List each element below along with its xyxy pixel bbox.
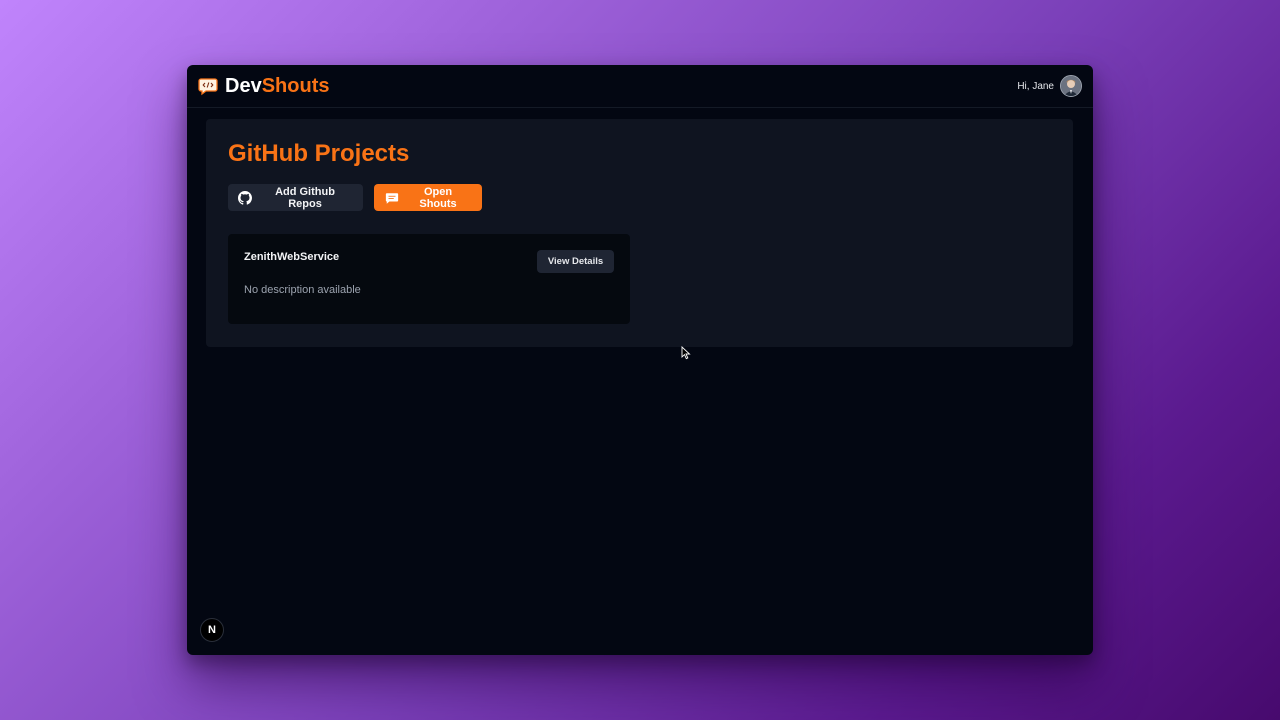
mouse-cursor-icon — [681, 346, 691, 360]
avatar-portrait — [1061, 76, 1081, 96]
brand-logo[interactable]: DevShouts — [198, 75, 329, 97]
nextjs-badge-letter: N — [208, 624, 216, 636]
app-window: DevShouts Hi, Jane GitHub Projects Add G… — [187, 65, 1093, 655]
navbar: DevShouts Hi, Jane — [187, 65, 1093, 108]
add-github-repos-label: Add Github Repos — [275, 185, 335, 210]
nextjs-icon[interactable]: N — [200, 618, 224, 642]
brand-name: DevShouts — [225, 75, 329, 97]
repo-name: ZenithWebService — [244, 251, 340, 263]
brand-name-dev: Dev — [225, 75, 262, 97]
view-details-button[interactable]: View Details — [537, 250, 614, 273]
repo-description: No description available — [244, 284, 361, 296]
add-github-repos-button[interactable]: Add Github Repos — [228, 184, 363, 211]
projects-panel: GitHub Projects Add Github Repos Open Sh… — [206, 119, 1073, 347]
open-shouts-button[interactable]: Open Shouts — [374, 184, 482, 211]
user-avatar[interactable] — [1060, 75, 1082, 97]
github-icon — [238, 190, 252, 205]
open-shouts-label: Open Shouts — [419, 185, 457, 210]
user-greeting: Hi, Jane — [1017, 80, 1054, 92]
message-icon — [385, 192, 399, 204]
page-title: GitHub Projects — [228, 140, 410, 167]
brand-name-shouts: Shouts — [261, 75, 330, 97]
user-menu[interactable]: Hi, Jane — [1017, 75, 1082, 97]
chat-code-icon — [198, 78, 218, 96]
repo-card: ZenithWebService View Details No descrip… — [228, 234, 630, 324]
